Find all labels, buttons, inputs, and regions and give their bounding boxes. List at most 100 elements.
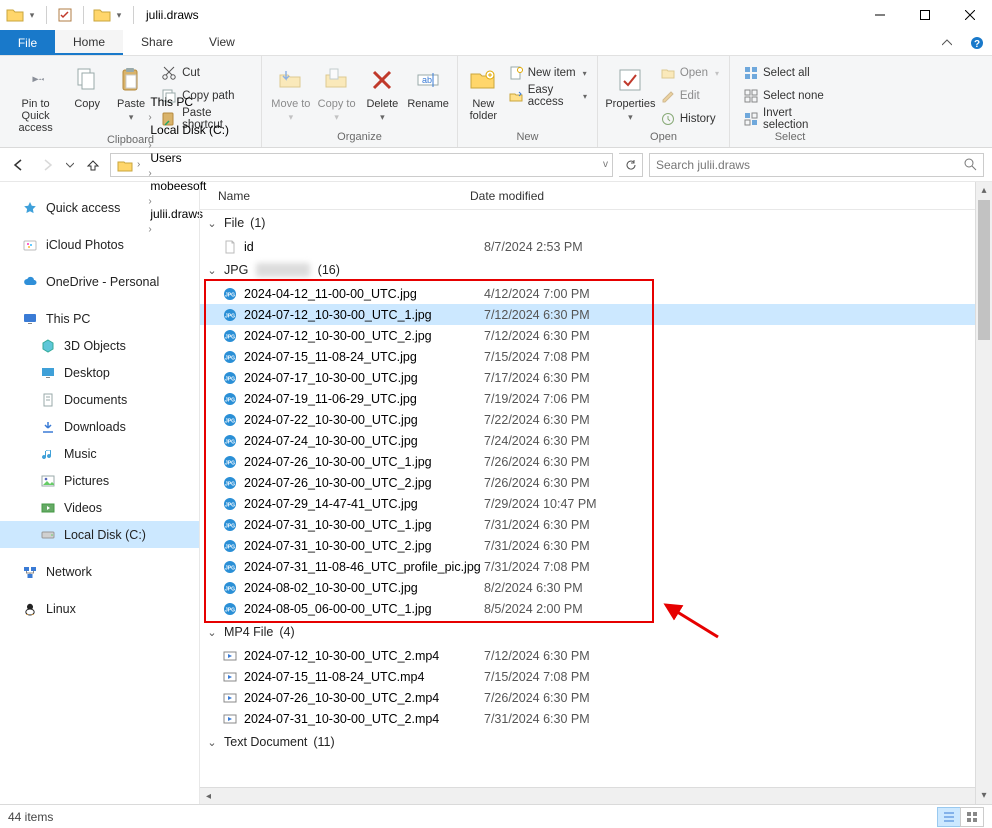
file-row[interactable]: 2024-07-15_11-08-24_UTC.mp47/15/2024 7:0… [200,666,992,687]
breadcrumb[interactable]: › This PC›Local Disk (C:)›Users›mobeesof… [110,153,613,177]
horizontal-scrollbar[interactable]: ◂ ▸ [200,787,992,804]
scroll-up-icon[interactable]: ▴ [976,182,992,199]
nav-item[interactable]: Pictures [0,467,199,494]
vertical-scrollbar[interactable]: ▴ ▾ [975,182,992,804]
details-view-button[interactable] [937,807,961,827]
nav-quick-access[interactable]: Quick access [0,194,199,221]
scroll-left-icon[interactable]: ◂ [200,788,217,805]
file-row[interactable]: JPG2024-07-29_14-47-41_UTC.jpg7/29/2024 … [200,493,992,514]
file-row[interactable]: JPG2024-07-31_11-08-46_UTC_profile_pic.j… [200,556,992,577]
nav-item[interactable]: Music [0,440,199,467]
tab-file[interactable]: File [0,30,55,55]
recent-locations-button[interactable] [64,154,76,176]
file-row[interactable]: JPG2024-07-24_10-30-00_UTC.jpg7/24/2024 … [200,430,992,451]
file-row[interactable]: JPG2024-07-26_10-30-00_UTC_1.jpg7/26/202… [200,451,992,472]
nav-network[interactable]: Network [0,558,199,585]
file-name: 2024-07-29_14-47-41_UTC.jpg [244,497,484,511]
collapse-ribbon-button[interactable] [932,30,962,55]
column-header-name[interactable]: Name [200,189,470,203]
breadcrumb-segment[interactable]: Users [146,151,233,165]
nav-item[interactable]: Videos [0,494,199,521]
qat-dropdown-icon[interactable]: ▾ [114,6,124,24]
group-header[interactable]: ⌄Text Document(11) [200,729,992,755]
pin-to-quick-access-button[interactable]: Pin to Quick access [6,60,65,134]
nav-item[interactable]: Downloads [0,413,199,440]
cut-button[interactable]: Cut [157,62,255,84]
file-row[interactable]: JPG2024-07-15_11-08-24_UTC.jpg7/15/2024 … [200,346,992,367]
copy-button[interactable]: Copy [65,60,109,110]
search-input[interactable]: Search julii.draws [649,153,984,177]
file-row[interactable]: JPG2024-08-02_10-30-00_UTC.jpg8/2/2024 6… [200,577,992,598]
nav-this-pc[interactable]: This PC [0,305,199,332]
nav-icloud-photos[interactable]: iCloud Photos [0,231,199,258]
chevron-down-icon: ⌄ [206,217,218,230]
nav-item[interactable]: Local Disk (C:) [0,521,199,548]
file-row[interactable]: 2024-07-12_10-30-00_UTC_2.mp47/12/2024 6… [200,645,992,666]
properties-button[interactable]: Properties▾ [604,60,657,123]
easy-access-button[interactable]: Easy access▾ [505,85,591,107]
group-header[interactable]: ⌄JPGXXXX(16) [200,257,992,283]
nav-item[interactable]: 3D Objects [0,332,199,359]
file-row[interactable]: 2024-07-26_10-30-00_UTC_2.mp47/26/2024 6… [200,687,992,708]
file-row[interactable]: JPG2024-07-31_10-30-00_UTC_2.jpg7/31/202… [200,535,992,556]
maximize-button[interactable] [902,0,947,30]
nav-onedrive[interactable]: OneDrive - Personal [0,268,199,295]
file-row[interactable]: JPG2024-07-12_10-30-00_UTC_2.jpg7/12/202… [200,325,992,346]
refresh-button[interactable] [619,153,643,177]
delete-button[interactable]: Delete▾ [360,60,406,123]
nav-item[interactable]: Desktop [0,359,199,386]
nav-linux[interactable]: Linux [0,595,199,622]
select-all-button[interactable]: Select all [740,62,844,84]
nav-item[interactable]: Documents [0,386,199,413]
file-row[interactable]: JPG2024-07-19_11-06-29_UTC.jpg7/19/2024 … [200,388,992,409]
group-label-organize: Organize [262,131,457,147]
file-row[interactable]: JPG2024-07-12_10-30-00_UTC_1.jpg7/12/202… [200,304,992,325]
file-row[interactable]: JPG2024-07-31_10-30-00_UTC_1.jpg7/31/202… [200,514,992,535]
open-button[interactable]: Open▾ [657,62,723,84]
back-button[interactable] [8,154,30,176]
tab-home[interactable]: Home [55,30,123,55]
forward-button[interactable] [36,154,58,176]
svg-text:JPG: JPG [225,334,235,340]
properties-qat-icon[interactable] [56,6,74,24]
scroll-down-icon[interactable]: ▾ [976,787,992,804]
breadcrumb-segment[interactable]: Local Disk (C:) [146,123,233,137]
file-date: 7/31/2024 7:08 PM [484,560,590,574]
invert-selection-button[interactable]: Invert selection [740,108,844,130]
breadcrumb-root-icon[interactable]: › [113,154,146,176]
edit-button[interactable]: Edit [657,85,723,107]
rename-icon: ab [412,64,444,96]
help-button[interactable]: ? [962,30,992,55]
history-button[interactable]: History [657,108,723,130]
folder-icon [40,419,56,435]
rename-button[interactable]: abRename [405,60,451,110]
up-button[interactable] [82,154,104,176]
folder-icon [40,527,56,543]
file-row[interactable]: id8/7/2024 2:53 PM [200,236,992,257]
qat-dropdown-icon[interactable]: ▾ [27,6,37,24]
file-row[interactable]: JPG2024-07-17_10-30-00_UTC.jpg7/17/2024 … [200,367,992,388]
open-icon [661,66,675,80]
new-folder-button[interactable]: New folder [464,60,503,122]
file-row[interactable]: JPG2024-08-05_06-00-00_UTC_1.jpg8/5/2024… [200,598,992,619]
search-icon [964,158,977,171]
scroll-thumb[interactable] [978,200,990,340]
file-row[interactable]: JPG2024-04-12_11-00-00_UTC.jpg4/12/2024 … [200,283,992,304]
tab-share[interactable]: Share [123,30,191,55]
column-header-date[interactable]: Date modified [470,189,992,203]
new-item-button[interactable]: New item▾ [505,62,591,84]
minimize-button[interactable] [857,0,902,30]
move-to-button[interactable]: Move to▾ [268,60,314,123]
select-none-button[interactable]: Select none [740,85,844,107]
tab-view[interactable]: View [191,30,253,55]
file-row[interactable]: JPG2024-07-22_10-30-00_UTC.jpg7/22/2024 … [200,409,992,430]
breadcrumb-segment[interactable]: This PC [146,95,233,109]
large-icons-view-button[interactable] [960,807,984,827]
group-header[interactable]: ⌄File(1) [200,210,992,236]
breadcrumb-dropdown-icon[interactable]: v [601,159,610,170]
group-header[interactable]: ⌄MP4 File(4) [200,619,992,645]
close-button[interactable] [947,0,992,30]
file-row[interactable]: 2024-07-31_10-30-00_UTC_2.mp47/31/2024 6… [200,708,992,729]
file-row[interactable]: JPG2024-07-26_10-30-00_UTC_2.jpg7/26/202… [200,472,992,493]
copy-to-button[interactable]: Copy to▾ [314,60,360,123]
